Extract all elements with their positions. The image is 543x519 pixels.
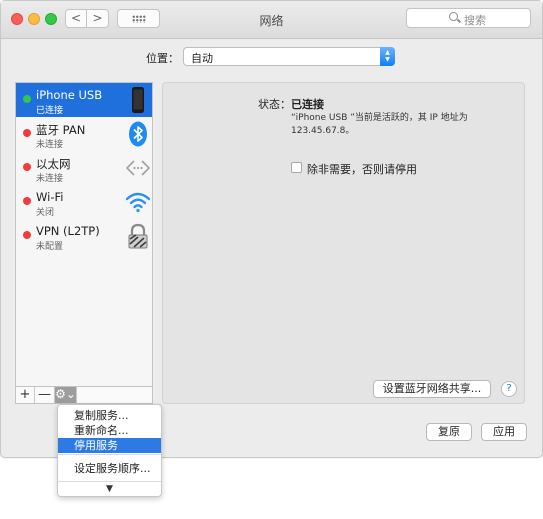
service-name: Wi-Fi xyxy=(36,190,64,204)
status-dot-icon xyxy=(23,95,31,103)
service-list[interactable]: iPhone USB 已连接 蓝牙 PAN 未连接 以太网 未连接 Wi-Fi … xyxy=(15,82,153,387)
service-item-wifi[interactable]: Wi-Fi 关闭 xyxy=(16,185,152,219)
gear-menu-button[interactable]: ⚙⌄ xyxy=(55,387,77,403)
service-item-ethernet[interactable]: 以太网 未连接 xyxy=(16,151,152,185)
service-item-bluetooth-pan[interactable]: 蓝牙 PAN 未连接 xyxy=(16,117,152,151)
apply-button[interactable]: 应用 xyxy=(481,423,527,441)
menu-item-service-order[interactable]: 设定服务顺序... xyxy=(58,461,161,476)
revert-button[interactable]: 复原 xyxy=(426,423,472,441)
gear-icon: ⚙⌄ xyxy=(55,387,76,401)
status-dot-icon xyxy=(23,231,31,239)
menu-item-rename[interactable]: 重新命名... xyxy=(58,423,161,438)
service-name: 以太网 xyxy=(36,157,71,171)
status-description-line: “iPhone USB ”当前是活跃的，其 IP 地址为 xyxy=(291,113,468,123)
menu-item-deactivate[interactable]: 停用服务 xyxy=(58,438,161,453)
service-status: 未连接 xyxy=(36,140,64,150)
location-select[interactable]: 自动 ▲ ▼ xyxy=(183,47,395,66)
bluetooth-sharing-button[interactable]: 设置蓝牙网络共享... xyxy=(373,380,491,398)
service-status: 未配置 xyxy=(36,242,64,252)
service-status: 关闭 xyxy=(36,208,55,218)
disable-unless-needed-checkbox[interactable] xyxy=(291,162,302,173)
menu-scroll-down-icon[interactable]: ▼ xyxy=(58,481,161,497)
bluetooth-icon xyxy=(129,121,147,147)
menu-item-duplicate[interactable]: 复制服务... xyxy=(58,408,161,423)
status-description: “iPhone USB ”当前是活跃的，其 IP 地址为 123.45.67.8… xyxy=(291,112,511,138)
gear-dropdown-menu: 复制服务... 重新命名... 停用服务 设定服务顺序... ▼ xyxy=(57,404,162,497)
service-status: 已连接 xyxy=(36,106,64,116)
location-label: 位置： xyxy=(146,52,179,65)
add-service-button[interactable]: + xyxy=(16,387,35,403)
search-icon xyxy=(449,12,458,21)
service-item-vpn[interactable]: VPN (L2TP) 未配置 xyxy=(16,219,152,253)
service-status: 未连接 xyxy=(36,174,64,184)
search-placeholder: 搜索 xyxy=(464,14,486,27)
service-name: 蓝牙 PAN xyxy=(36,123,86,137)
service-name: iPhone USB xyxy=(36,88,103,102)
status-value: 已连接 xyxy=(291,98,324,111)
service-toolbar: + — ⚙⌄ xyxy=(15,387,153,404)
ethernet-icon xyxy=(125,160,151,176)
search-field[interactable]: 搜索 xyxy=(406,8,531,28)
disable-unless-needed-label[interactable]: 除非需要，否则请停用 xyxy=(307,161,417,177)
status-dot-icon xyxy=(23,197,31,205)
updown-arrows-icon: ▲ ▼ xyxy=(380,47,395,66)
wifi-icon xyxy=(125,192,151,213)
status-dot-icon xyxy=(23,129,31,137)
status-description-ip: 123.45.67.8。 xyxy=(291,126,355,136)
service-name: VPN (L2TP) xyxy=(36,224,100,238)
service-item-iphone-usb[interactable]: iPhone USB 已连接 xyxy=(16,83,152,117)
help-button[interactable]: ? xyxy=(501,381,517,397)
status-label: 状态： xyxy=(258,98,291,111)
iphone-icon xyxy=(132,87,144,113)
location-value: 自动 xyxy=(191,52,213,65)
status-dot-icon xyxy=(23,163,31,171)
menu-separator xyxy=(58,454,161,455)
title-bar: < > 网络 搜索 xyxy=(1,1,542,39)
remove-service-button[interactable]: — xyxy=(35,387,55,403)
vpn-lock-icon xyxy=(128,223,148,249)
